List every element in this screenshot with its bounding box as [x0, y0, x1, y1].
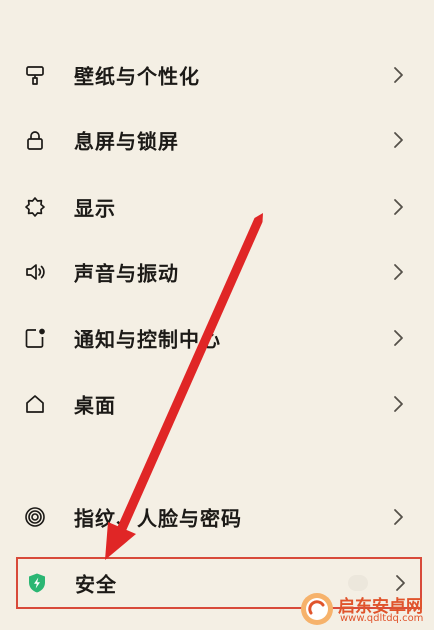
- settings-item-label: 指纹、人脸与密码: [74, 506, 242, 531]
- chevron-right-icon: [392, 329, 404, 347]
- chevron-right-icon: [392, 263, 404, 281]
- settings-item-label: 安全: [75, 572, 117, 597]
- speaker-icon: [24, 261, 46, 283]
- settings-item-fingerprint[interactable]: 指纹、人脸与密码: [0, 485, 434, 549]
- watermark: 启东安卓网 www.qdltdq.com: [300, 590, 430, 628]
- settings-item-label: 壁纸与个性化: [74, 64, 200, 89]
- chevron-right-icon: [392, 198, 404, 216]
- paint-roller-icon: [24, 64, 46, 86]
- settings-item-lock-screen[interactable]: 息屏与锁屏: [0, 108, 434, 172]
- watermark-logo-icon: [301, 593, 333, 625]
- settings-item-notifications[interactable]: 通知与控制中心: [0, 306, 434, 370]
- settings-item-wallpaper[interactable]: 壁纸与个性化: [0, 43, 434, 107]
- settings-list: 壁纸与个性化 息屏与锁屏 显示 声音与振动 通知与控制中心 桌面 指纹、人脸与密…: [0, 0, 434, 630]
- settings-item-desktop[interactable]: 桌面: [0, 372, 434, 436]
- settings-item-label: 声音与振动: [74, 261, 179, 286]
- brightness-icon: [24, 196, 46, 218]
- settings-item-label: 通知与控制中心: [74, 327, 221, 352]
- notification-icon: [24, 327, 46, 349]
- status-badge: [348, 575, 368, 591]
- chevron-right-icon: [392, 508, 404, 526]
- chevron-right-icon: [392, 66, 404, 84]
- home-icon: [24, 393, 46, 415]
- settings-item-display[interactable]: 显示: [0, 175, 434, 239]
- fingerprint-icon: [24, 506, 46, 528]
- settings-item-sound[interactable]: 声音与振动: [0, 240, 434, 304]
- shield-icon: [26, 572, 48, 594]
- chevron-right-icon: [392, 395, 404, 413]
- lock-icon: [24, 129, 46, 151]
- settings-item-label: 息屏与锁屏: [74, 129, 179, 154]
- chevron-right-icon: [392, 131, 404, 149]
- settings-item-label: 桌面: [74, 393, 116, 418]
- watermark-url: www.qdltdq.com: [340, 613, 424, 624]
- settings-item-label: 显示: [74, 196, 116, 221]
